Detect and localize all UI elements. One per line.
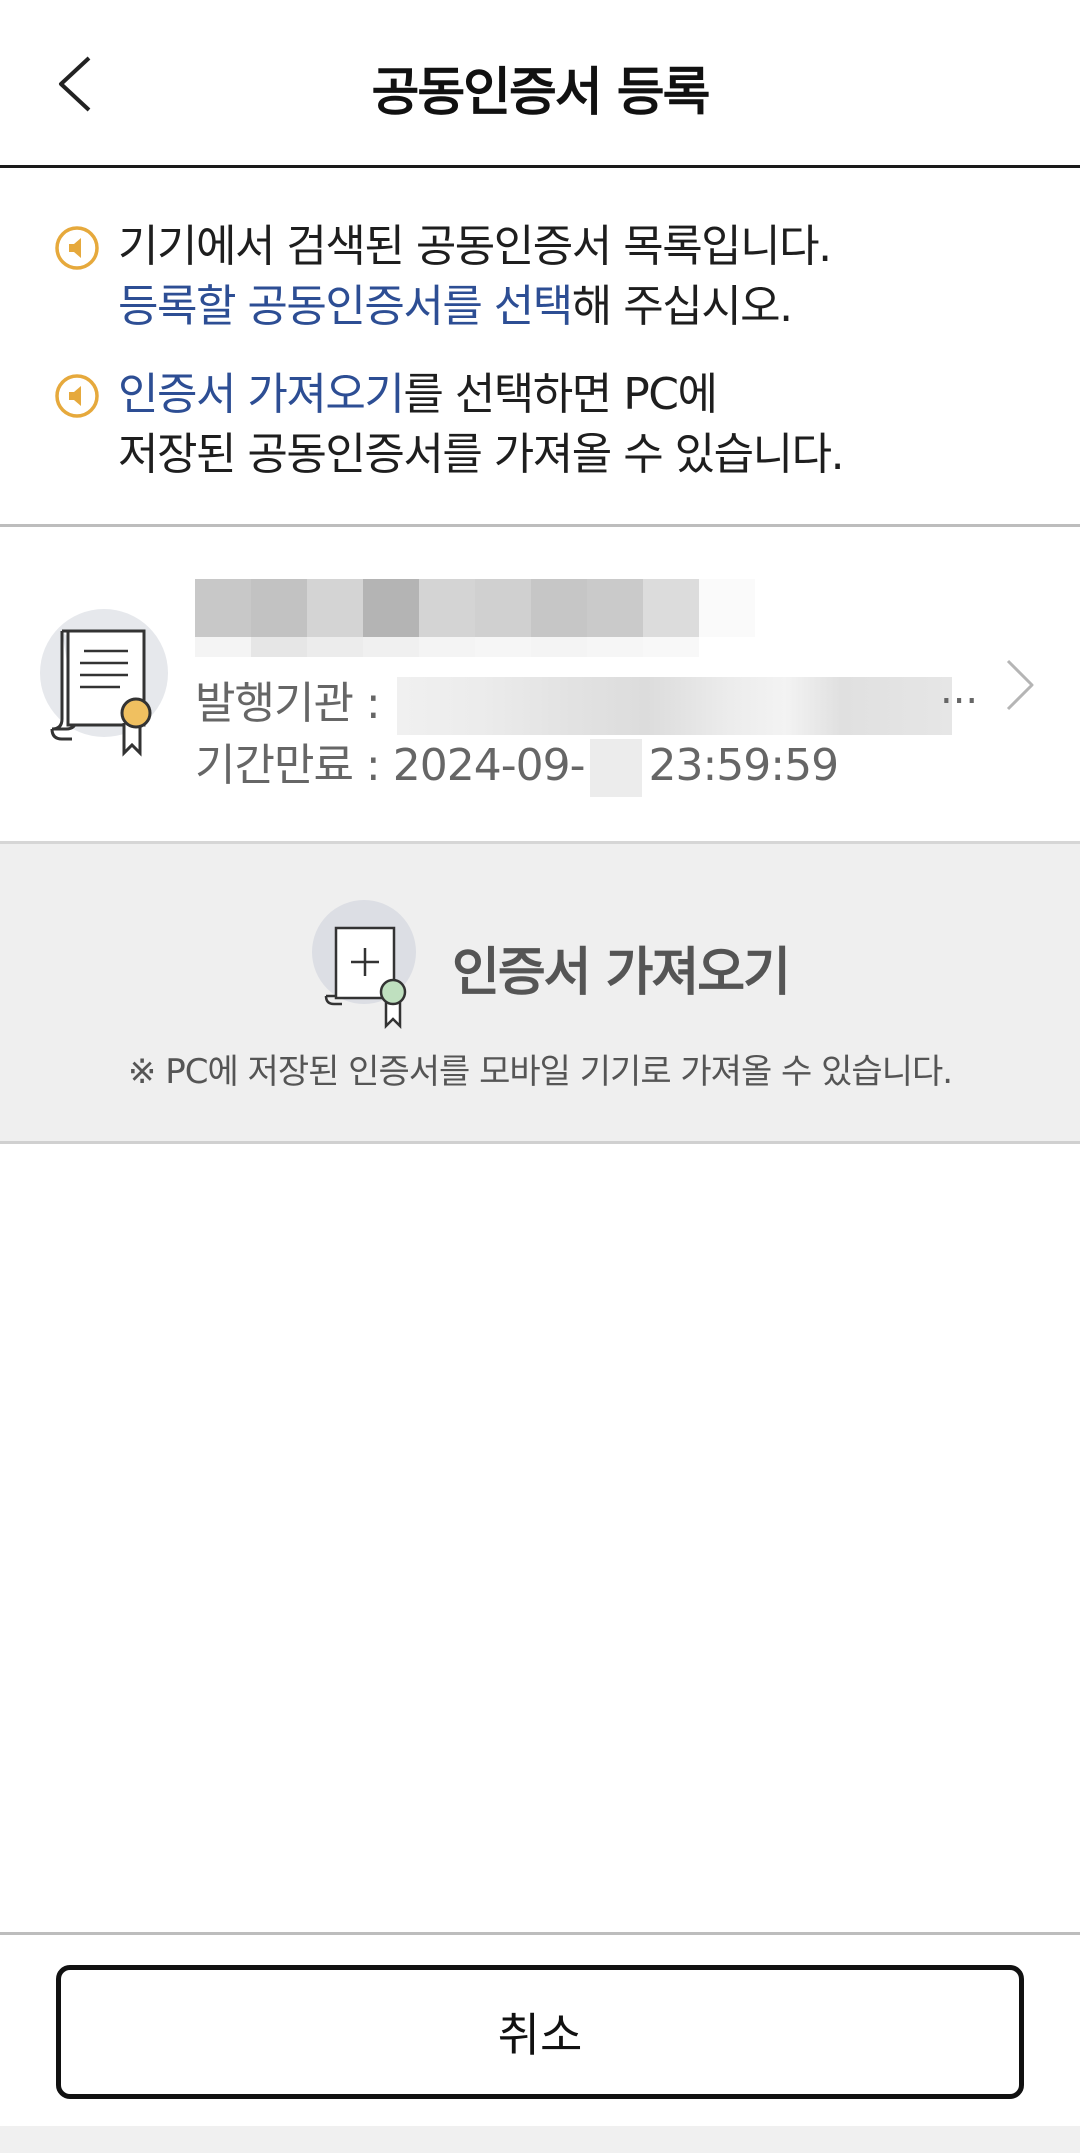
issuer-row: 발행기관 :: [195, 667, 952, 735]
notice-highlight: 등록할 공동인증서를 선택: [118, 281, 573, 332]
speaker-icon: [55, 226, 99, 270]
speaker-icon: [55, 374, 99, 418]
notice-line: 인증서 가져오기를 선택하면 PC에: [118, 365, 843, 425]
issuer-ellipsis: ...: [940, 667, 979, 713]
import-note: ※ PC에 저장된 인증서를 모바일 기기로 가져올 수 있습니다.: [127, 1052, 953, 1092]
app-header: 공동인증서 등록: [0, 0, 1080, 168]
notice-rest: 를 선택하면 PC에: [403, 369, 718, 420]
notice-text: 기기에서 검색된 공동인증서 목록입니다. 등록할 공동인증서를 선택해 주십시…: [118, 217, 832, 337]
certificate-list-item[interactable]: 발행기관 : ... 기간만료 : 2024-09- 23:59:59: [0, 527, 1080, 844]
expiry-time: 23:59:59: [648, 740, 839, 791]
certificate-add-icon: [312, 900, 416, 1030]
expiry-row: 기간만료 : 2024-09- 23:59:59: [195, 729, 839, 797]
notice-rest: 해 주십시오.: [571, 281, 793, 332]
import-certificate-button[interactable]: 인증서 가져오기 ※ PC에 저장된 인증서를 모바일 기기로 가져올 수 있습…: [0, 844, 1080, 1144]
issuer-value-redacted: [396, 677, 952, 735]
certificate-icon: [40, 609, 168, 757]
notice-item: 기기에서 검색된 공동인증서 목록입니다. 등록할 공동인증서를 선택해 주십시…: [54, 217, 1080, 337]
expiry-date-prefix: 2024-09-: [392, 740, 586, 791]
notice-line: 저장된 공동인증서를 가져올 수 있습니다.: [118, 429, 845, 480]
bottom-bar: [0, 2126, 1080, 2153]
notice-item: 인증서 가져오기를 선택하면 PC에 저장된 공동인증서를 가져올 수 있습니다…: [54, 365, 1080, 485]
page-title: 공동인증서 등록: [371, 63, 711, 123]
notice-highlight: 인증서 가져오기: [118, 369, 405, 420]
issuer-label: 발행기관 :: [195, 678, 381, 729]
expiry-day-redacted: [590, 739, 643, 797]
import-title: 인증서 가져오기: [452, 943, 791, 1003]
chevron-right-icon: [1006, 659, 1034, 711]
notice-section: 기기에서 검색된 공동인증서 목록입니다. 등록할 공동인증서를 선택해 주십시…: [0, 171, 1080, 527]
notice-line: 기기에서 검색된 공동인증서 목록입니다.: [118, 221, 832, 272]
certificate-name-redacted: [195, 579, 755, 657]
footer: 취소: [0, 1932, 1080, 2153]
cancel-button[interactable]: 취소: [56, 1965, 1024, 2099]
expiry-label: 기간만료 :: [195, 740, 381, 791]
notice-text: 인증서 가져오기를 선택하면 PC에 저장된 공동인증서를 가져올 수 있습니다…: [118, 365, 845, 485]
notice-line: 등록할 공동인증서를 선택해 주십시오.: [118, 277, 831, 337]
